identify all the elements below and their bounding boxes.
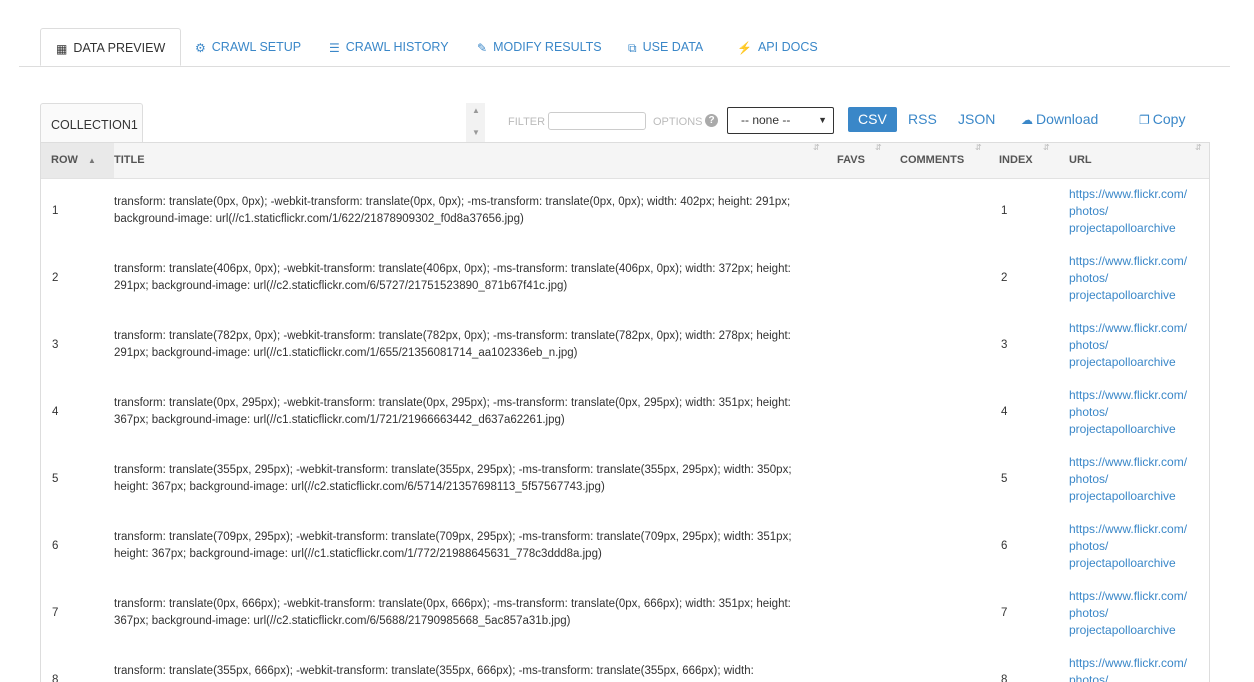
cell-row: 2 xyxy=(52,272,59,284)
tab-use-data[interactable]: ⧉ USE DATA xyxy=(628,28,703,66)
header-title[interactable]: TITLE xyxy=(114,143,145,178)
cell-title: transform: translate(0px, 0px); -webkit-… xyxy=(114,196,791,225)
tab-modify-results[interactable]: ✎ MODIFY RESULTS xyxy=(477,28,602,66)
tab-api-docs[interactable]: ⚡ API DOCS xyxy=(737,28,818,66)
cell-index: 7 xyxy=(1001,607,1008,619)
cell-index: 2 xyxy=(1001,272,1008,284)
sort-icon[interactable]: ⇵ xyxy=(1043,143,1050,152)
gear-icon: ⚙ xyxy=(195,40,206,55)
copy-button[interactable]: ❐ Copy xyxy=(1139,107,1185,132)
json-button[interactable]: JSON xyxy=(958,107,995,132)
options-label: OPTIONS xyxy=(653,116,703,128)
cell-url-link[interactable]: https://www.flickr.com/ photos/ projecta… xyxy=(1069,588,1199,639)
cell-url-link[interactable]: https://www.flickr.com/ photos/ projecta… xyxy=(1069,454,1199,505)
header-favs[interactable]: FAVS xyxy=(837,143,865,178)
tab-label: DATA PREVIEW xyxy=(73,41,166,55)
header-row[interactable]: ROW ▲ xyxy=(41,143,114,178)
cell-row: 6 xyxy=(52,540,59,552)
tab-data-preview[interactable]: ▦ DATA PREVIEW xyxy=(40,28,182,66)
cell-url-link[interactable]: https://www.flickr.com/ photos/ projecta… xyxy=(1069,655,1199,682)
cell-index: 8 xyxy=(1001,674,1008,682)
top-nav: ▦ DATA PREVIEW ⚙ CRAWL SETUP ☰ CRAWL HISTOR… xyxy=(19,28,1230,67)
tab-label: CRAWL SETUP xyxy=(211,40,302,54)
cell-index: 6 xyxy=(1001,540,1008,552)
data-table: ROW ▲ TITLE ⇵ FAVS ⇵ COMMENTS ⇵ INDEX ⇵ … xyxy=(40,142,1210,682)
header-index[interactable]: INDEX xyxy=(999,143,1033,178)
cell-title: transform: translate(355px, 666px); -web… xyxy=(114,665,754,677)
cell-index: 3 xyxy=(1001,339,1008,351)
cell-url-link[interactable]: https://www.flickr.com/ photos/ projecta… xyxy=(1069,320,1199,371)
cell-index: 1 xyxy=(1001,205,1008,217)
list-icon: ☰ xyxy=(329,40,340,55)
header-row-label: ROW xyxy=(51,154,78,166)
table-row[interactable]: 4 transform: translate(0px, 295px); -web… xyxy=(41,379,1209,446)
header-comments[interactable]: COMMENTS xyxy=(900,143,964,178)
table-header: ROW ▲ TITLE ⇵ FAVS ⇵ COMMENTS ⇵ INDEX ⇵ … xyxy=(41,143,1209,179)
cell-title: transform: translate(0px, 666px); -webki… xyxy=(114,598,791,627)
chevron-down-icon: ▼ xyxy=(818,115,827,125)
cell-url-link[interactable]: https://www.flickr.com/ photos/ projecta… xyxy=(1069,253,1199,304)
table-row[interactable]: 7 transform: translate(0px, 666px); -web… xyxy=(41,580,1209,647)
cell-row: 3 xyxy=(52,339,59,351)
download-button[interactable]: ☁ Download xyxy=(1021,107,1098,132)
filter-input[interactable] xyxy=(548,112,646,130)
cell-row: 7 xyxy=(52,607,59,619)
cell-url-link[interactable]: https://www.flickr.com/ photos/ projecta… xyxy=(1069,521,1199,572)
cell-index: 4 xyxy=(1001,406,1008,418)
cell-row: 4 xyxy=(52,406,59,418)
cell-row: 5 xyxy=(52,473,59,485)
tab-label: MODIFY RESULTS xyxy=(493,40,602,54)
cell-row: 8 xyxy=(52,674,59,682)
csv-button[interactable]: CSV xyxy=(848,107,897,132)
download-label: Download xyxy=(1036,111,1099,127)
collection-tab[interactable]: COLLECTION1 xyxy=(40,103,143,142)
sort-icon[interactable]: ⇵ xyxy=(813,143,820,152)
tab-label: USE DATA xyxy=(642,40,704,54)
cell-title: transform: translate(355px, 295px); -web… xyxy=(114,464,792,493)
cloud-download-icon: ☁ xyxy=(1021,112,1033,127)
bolt-icon: ⚡ xyxy=(737,40,752,55)
share-icon: ⧉ xyxy=(628,40,637,55)
table-row[interactable]: 6 transform: translate(709px, 295px); -w… xyxy=(41,513,1209,580)
cell-row: 1 xyxy=(52,205,59,217)
tab-label: CRAWL HISTORY xyxy=(345,40,449,54)
sort-asc-icon: ▲ xyxy=(88,156,96,165)
scroll-down-icon[interactable]: ▼ xyxy=(472,128,480,137)
sort-icon[interactable]: ⇵ xyxy=(1195,143,1202,152)
copy-icon: ❐ xyxy=(1139,112,1150,127)
tab-crawl-history[interactable]: ☰ CRAWL HISTORY xyxy=(329,28,449,66)
help-icon[interactable]: ? xyxy=(705,114,718,127)
header-url[interactable]: URL xyxy=(1069,143,1092,178)
scroll-up-icon[interactable]: ▲ xyxy=(472,106,480,115)
cell-title: transform: translate(406px, 0px); -webki… xyxy=(114,263,791,292)
tab-label: API DOCS xyxy=(757,40,818,54)
sort-icon[interactable]: ⇵ xyxy=(975,143,982,152)
options-select[interactable]: -- none -- ▼ xyxy=(727,107,834,134)
cell-url-link[interactable]: https://www.flickr.com/ photos/ projecta… xyxy=(1069,186,1199,237)
table-icon: ▦ xyxy=(56,41,68,56)
tab-scroller[interactable]: ▲ ▼ xyxy=(466,103,485,142)
copy-label: Copy xyxy=(1152,111,1186,127)
options-select-value: -- none -- xyxy=(741,113,791,127)
cell-title: transform: translate(0px, 295px); -webki… xyxy=(114,397,791,426)
sort-icon[interactable]: ⇵ xyxy=(875,143,882,152)
filter-label: FILTER xyxy=(508,116,546,128)
rss-button[interactable]: RSS xyxy=(908,107,937,132)
table-row[interactable]: 2 transform: translate(406px, 0px); -web… xyxy=(41,245,1209,312)
cell-title: transform: translate(709px, 295px); -web… xyxy=(114,531,792,560)
tab-crawl-setup[interactable]: ⚙ CRAWL SETUP xyxy=(195,28,301,66)
table-row[interactable]: 5 transform: translate(355px, 295px); -w… xyxy=(41,446,1209,513)
table-row[interactable]: 1 transform: translate(0px, 0px); -webki… xyxy=(41,178,1209,245)
cell-index: 5 xyxy=(1001,473,1008,485)
pencil-icon: ✎ xyxy=(477,40,488,55)
cell-url-link[interactable]: https://www.flickr.com/ photos/ projecta… xyxy=(1069,387,1199,438)
table-row[interactable]: 3 transform: translate(782px, 0px); -web… xyxy=(41,312,1209,379)
cell-title: transform: translate(782px, 0px); -webki… xyxy=(114,330,791,359)
